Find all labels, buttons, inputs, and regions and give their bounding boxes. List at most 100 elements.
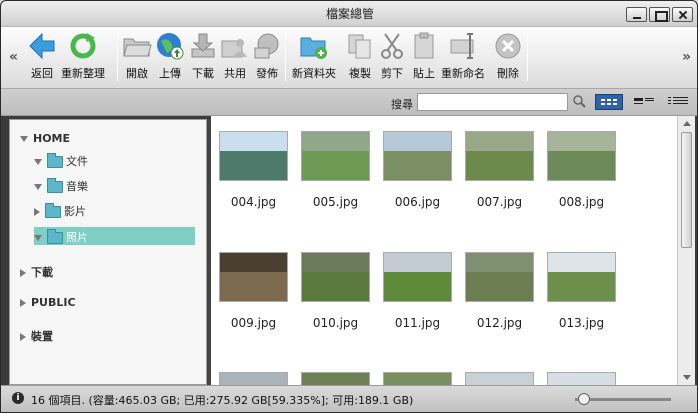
search-icon[interactable] bbox=[573, 95, 586, 111]
thumbnail-image bbox=[465, 252, 534, 302]
collapse-arrow-icon[interactable] bbox=[20, 269, 26, 277]
file-thumbnail[interactable]: 010.jpg bbox=[301, 252, 370, 330]
expand-arrow-icon[interactable] bbox=[34, 235, 42, 241]
back-arrow-icon bbox=[27, 31, 57, 61]
collapse-arrow-icon[interactable] bbox=[34, 208, 40, 216]
thumbnail-image bbox=[465, 372, 534, 385]
globe-upload-icon bbox=[155, 31, 185, 61]
thumbnail-image bbox=[383, 252, 452, 302]
file-thumbnail[interactable] bbox=[465, 372, 534, 385]
toolbar-scroll-right-icon[interactable]: » bbox=[682, 49, 691, 65]
folder-tree: HOME 文件 音樂 影片 照片 下載 PUBLIC 裝置 bbox=[9, 119, 207, 385]
delete-button[interactable]: 刪除 bbox=[493, 31, 523, 81]
file-thumbnail[interactable]: 008.jpg bbox=[547, 131, 616, 209]
back-button[interactable]: 返回 bbox=[27, 31, 57, 81]
expand-arrow-icon[interactable] bbox=[34, 159, 42, 165]
open-button[interactable]: 開啟 bbox=[122, 31, 152, 81]
thumbnail-image bbox=[219, 372, 288, 385]
tree-item-documents[interactable]: 文件 bbox=[34, 153, 88, 169]
slider-knob[interactable] bbox=[578, 393, 590, 405]
collapse-arrow-icon[interactable] bbox=[20, 333, 26, 341]
new-folder-button[interactable]: 新資料夾 bbox=[292, 31, 336, 81]
toolbar-separator bbox=[527, 33, 528, 81]
copy-button[interactable]: 複製 bbox=[345, 31, 375, 81]
tree-item-devices[interactable]: 裝置 bbox=[20, 328, 53, 344]
tree-item-videos[interactable]: 影片 bbox=[34, 203, 86, 219]
file-grid: 004.jpg 005.jpg 006.jpg 007.jpg 008.jpg … bbox=[211, 116, 677, 385]
thumbnail-image bbox=[219, 131, 288, 181]
upload-button[interactable]: 上傳 bbox=[155, 31, 185, 81]
file-thumbnail[interactable] bbox=[219, 372, 288, 385]
copy-icon bbox=[345, 31, 375, 61]
file-thumbnail[interactable] bbox=[301, 372, 370, 385]
tree-item-home[interactable]: HOME bbox=[20, 132, 70, 145]
clipboard-icon bbox=[409, 31, 439, 61]
expand-arrow-icon[interactable] bbox=[34, 184, 42, 190]
maximize-button[interactable] bbox=[649, 7, 670, 22]
share-users-icon bbox=[220, 31, 250, 61]
file-thumbnail[interactable]: 009.jpg bbox=[219, 252, 288, 330]
file-thumbnail[interactable]: 004.jpg bbox=[219, 131, 288, 209]
thumbnail-image bbox=[465, 131, 534, 181]
folder-icon bbox=[47, 153, 63, 168]
scroll-down-icon[interactable] bbox=[683, 375, 691, 380]
detail-view-button[interactable] bbox=[665, 94, 693, 110]
toolbar-scroll-left-icon[interactable]: « bbox=[9, 49, 18, 65]
file-explorer-window: 檔案總管 « 返回 重新整理 開啟 上傳 下載 共用 發佈 新資料夾 複製 剪下… bbox=[0, 0, 698, 413]
thumbnail-view-button[interactable] bbox=[595, 94, 623, 110]
tree-item-music[interactable]: 音樂 bbox=[34, 178, 88, 194]
new-folder-icon bbox=[299, 31, 329, 61]
file-thumbnail[interactable]: 011.jpg bbox=[383, 252, 452, 330]
list-view-button[interactable] bbox=[631, 94, 659, 110]
paste-button[interactable]: 貼上 bbox=[409, 31, 439, 81]
refresh-button[interactable]: 重新整理 bbox=[61, 31, 105, 81]
thumbnail-image bbox=[301, 372, 370, 385]
scroll-up-icon[interactable] bbox=[683, 121, 691, 126]
toolbar-separator bbox=[117, 33, 118, 81]
search-label: 搜尋 bbox=[391, 98, 413, 111]
tree-item-photos[interactable]: 照片 bbox=[34, 227, 195, 245]
thumbnail-size-slider[interactable] bbox=[575, 393, 671, 405]
refresh-icon bbox=[68, 31, 98, 61]
thumbnail-image bbox=[301, 131, 370, 181]
file-thumbnail[interactable] bbox=[383, 372, 452, 385]
file-thumbnail[interactable]: 005.jpg bbox=[301, 131, 370, 209]
rename-button[interactable]: 重新命名 bbox=[441, 31, 485, 81]
minimize-button[interactable] bbox=[626, 7, 647, 22]
thumbnail-image bbox=[547, 372, 616, 385]
thumbnail-image bbox=[383, 131, 452, 181]
tree-item-downloads[interactable]: 下載 bbox=[20, 264, 53, 280]
thumbnail-image bbox=[547, 131, 616, 181]
download-button[interactable]: 下載 bbox=[188, 31, 218, 81]
share-button[interactable]: 共用 bbox=[220, 31, 250, 81]
folder-icon bbox=[47, 229, 63, 244]
collapse-arrow-icon[interactable] bbox=[20, 299, 26, 307]
file-thumbnail[interactable]: 013.jpg bbox=[547, 252, 616, 330]
info-icon: i bbox=[12, 392, 24, 404]
thumbnail-image bbox=[219, 252, 288, 302]
cut-button[interactable]: 剪下 bbox=[377, 31, 407, 81]
file-thumbnail[interactable]: 006.jpg bbox=[383, 131, 452, 209]
rename-icon bbox=[448, 31, 478, 61]
delete-icon bbox=[493, 31, 523, 61]
toolbar-separator bbox=[285, 33, 286, 81]
open-folder-icon bbox=[122, 31, 152, 61]
download-icon bbox=[188, 31, 218, 61]
vertical-scrollbar[interactable] bbox=[677, 116, 695, 385]
thumbnail-image bbox=[301, 252, 370, 302]
window-title: 檔案總管 bbox=[325, 7, 374, 21]
file-thumbnail[interactable]: 007.jpg bbox=[465, 131, 534, 209]
close-button[interactable] bbox=[672, 7, 693, 22]
scrollbar-thumb[interactable] bbox=[681, 132, 692, 248]
expand-arrow-icon[interactable] bbox=[20, 136, 28, 142]
status-bar: i 16 個項目. (容量:465.03 GB; 已用:275.92 GB[59… bbox=[1, 385, 697, 412]
publish-button[interactable]: 發佈 bbox=[252, 31, 282, 81]
folder-icon bbox=[47, 178, 63, 193]
search-bar: 搜尋 bbox=[1, 89, 697, 116]
scissors-icon bbox=[377, 31, 407, 61]
title-bar: 檔案總管 bbox=[1, 1, 697, 27]
file-thumbnail[interactable]: 012.jpg bbox=[465, 252, 534, 330]
search-input[interactable] bbox=[417, 93, 568, 111]
file-thumbnail[interactable] bbox=[547, 372, 616, 385]
tree-item-public[interactable]: PUBLIC bbox=[20, 296, 76, 309]
